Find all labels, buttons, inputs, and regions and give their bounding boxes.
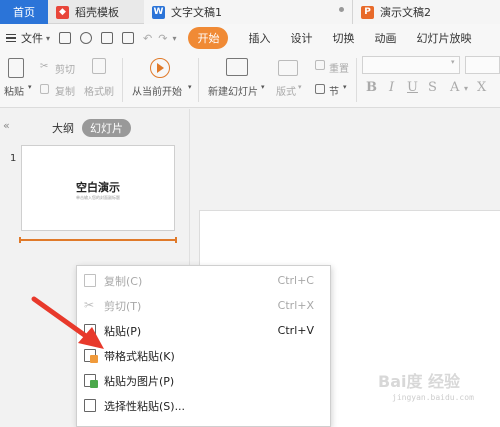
copy-icon — [40, 84, 49, 94]
context-menu: 复制(C) Ctrl+C ✂ 剪切(T) Ctrl+X 粘贴(P) Ctrl+V… — [76, 265, 331, 427]
tab-template[interactable]: ◆ 稻壳模板 — [48, 0, 144, 24]
watermark-logo: Bai度 经验 — [378, 372, 461, 391]
menu-item-copy-shortcut: Ctrl+C — [277, 274, 314, 287]
menu-item-paste-special[interactable]: 选择性粘贴(S)... — [77, 393, 330, 418]
play-dropdown-icon[interactable]: ▾ — [188, 83, 192, 91]
cut-button[interactable]: 剪切 — [55, 61, 75, 76]
chevron-down-icon: ▾ — [46, 33, 51, 43]
section-dropdown-icon[interactable]: ▾ — [343, 83, 347, 91]
paste-special-icon — [84, 399, 96, 412]
tab-presentation-label: 演示文稿2 — [380, 6, 431, 19]
tab-template-label: 稻壳模板 — [75, 6, 119, 19]
tab-document-label: 文字文稿1 — [171, 6, 222, 19]
tab-home-label: 首页 — [13, 6, 35, 19]
menu-item-cut-shortcut: Ctrl+X — [277, 299, 314, 312]
collapse-pane-icon[interactable]: « — [3, 119, 10, 132]
format-painter-icon — [92, 58, 106, 74]
redo-icon[interactable]: ↷ — [158, 32, 167, 45]
file-menu[interactable]: 文件 ▾ — [6, 30, 50, 46]
reset-button[interactable]: 重置 — [329, 60, 349, 75]
print-preview-icon[interactable] — [122, 32, 135, 44]
play-icon — [150, 58, 170, 78]
print-icon[interactable] — [101, 32, 114, 44]
menu-item-copy-label: 复制(C) — [104, 274, 143, 288]
tab-outline[interactable]: 大纲 — [52, 120, 74, 136]
layout-dropdown-icon[interactable]: ▾ — [298, 83, 302, 91]
tab-slideshow[interactable]: 幻灯片放映 — [416, 30, 471, 46]
file-menu-label: 文件 — [21, 32, 43, 45]
menu-item-paste-as-picture[interactable]: 粘贴为图片(P) — [77, 368, 330, 393]
format-badge-icon — [90, 355, 98, 363]
quick-access-chevron-icon[interactable]: ▾ — [172, 34, 176, 43]
font-color-dropdown-icon[interactable]: ▾ — [464, 84, 468, 93]
tab-document[interactable]: W 文字文稿1 — [144, 0, 352, 24]
font-dropdown-icon[interactable]: ▾ — [451, 58, 455, 66]
menu-item-paste-label: 粘贴(P) — [104, 324, 142, 338]
bold-icon[interactable]: B — [366, 80, 377, 95]
tab-start[interactable]: 开始 — [188, 27, 229, 49]
tab-presentation[interactable]: P 演示文稿2 — [352, 0, 500, 24]
paste-button[interactable]: 粘贴 — [4, 83, 24, 98]
reset-icon — [315, 60, 325, 70]
section-icon — [315, 84, 325, 94]
font-size-select[interactable] — [465, 56, 500, 74]
undo-icon[interactable]: ↶ — [143, 32, 152, 45]
italic-icon[interactable]: I — [389, 80, 394, 95]
menu-item-cut-label: 剪切(T) — [104, 299, 142, 313]
menu-item-paste-keep-format-label: 带格式粘贴(K) — [104, 349, 175, 363]
new-slide-icon — [226, 58, 248, 76]
tab-slides[interactable]: 幻灯片 — [82, 119, 131, 137]
layout-button[interactable]: 版式 — [276, 83, 296, 98]
insert-position-marker — [19, 237, 177, 243]
picture-badge-icon — [90, 380, 98, 388]
menu-item-paste-keep-format[interactable]: 带格式粘贴(K) — [77, 343, 330, 368]
menu-item-paste-shortcut: Ctrl+V — [277, 324, 314, 337]
tab-design[interactable]: 设计 — [290, 30, 312, 46]
scissors-icon: ✂ — [40, 61, 49, 72]
play-from-current-button[interactable]: 从当前开始 — [132, 83, 182, 98]
font-color-icon[interactable]: A — [450, 80, 459, 95]
underline-icon[interactable]: U — [407, 80, 418, 95]
text-effect-icon[interactable]: X — [477, 80, 486, 95]
tab-insert[interactable]: 插入 — [248, 30, 270, 46]
hamburger-icon — [6, 34, 16, 42]
section-button[interactable]: 节 — [329, 83, 339, 98]
paste-icon — [84, 324, 96, 337]
menu-item-cut[interactable]: ✂ 剪切(T) Ctrl+X — [77, 293, 330, 318]
tab-transition[interactable]: 切换 — [332, 30, 354, 46]
menu-item-paste-special-label: 选择性粘贴(S)... — [104, 399, 186, 413]
new-slide-button[interactable]: 新建幻灯片 — [208, 83, 258, 98]
font-name-select[interactable] — [362, 56, 460, 74]
layout-icon — [278, 60, 298, 76]
docer-icon: ◆ — [56, 5, 69, 19]
writer-icon: W — [152, 5, 165, 19]
tab-animation[interactable]: 动画 — [374, 30, 396, 46]
paste-icon[interactable] — [8, 58, 24, 78]
menu-item-paste-as-picture-label: 粘贴为图片(P) — [104, 374, 175, 388]
scissors-icon: ✂ — [84, 298, 95, 312]
slide-thumbnail[interactable]: 空白演示 单击输入您的封面副标题 — [21, 145, 175, 231]
watermark-url: jingyan.baidu.com — [392, 393, 474, 402]
tab-bar: 首页 ◆ 稻壳模板 W 文字文稿1 P 演示文稿2 — [0, 0, 500, 24]
slide-number: 1 — [10, 153, 17, 164]
menu-item-copy[interactable]: 复制(C) Ctrl+C — [77, 268, 330, 293]
paste-dropdown-icon[interactable]: ▾ — [28, 83, 32, 91]
strikethrough-icon[interactable]: S — [428, 80, 437, 95]
format-painter-button[interactable]: 格式刷 — [84, 83, 114, 98]
unsaved-dot-icon — [339, 7, 344, 12]
export-icon[interactable] — [80, 32, 93, 44]
thumbnail-title: 空白演示 — [76, 181, 120, 194]
tab-home[interactable]: 首页 — [0, 0, 48, 24]
save-icon[interactable] — [59, 32, 72, 44]
presentation-icon: P — [361, 5, 374, 19]
thumbnail-subtitle: 单击输入您的封面副标题 — [76, 195, 120, 200]
menu-item-paste[interactable]: 粘贴(P) Ctrl+V — [77, 318, 330, 343]
copy-icon — [84, 274, 96, 287]
menu-bar: 文件 ▾ ↶ ↷ ▾ 开始 插入 设计 切换 动画 幻灯片放映 — [0, 24, 500, 52]
copy-button[interactable]: 复制 — [55, 83, 75, 98]
new-slide-dropdown-icon[interactable]: ▾ — [261, 83, 265, 91]
